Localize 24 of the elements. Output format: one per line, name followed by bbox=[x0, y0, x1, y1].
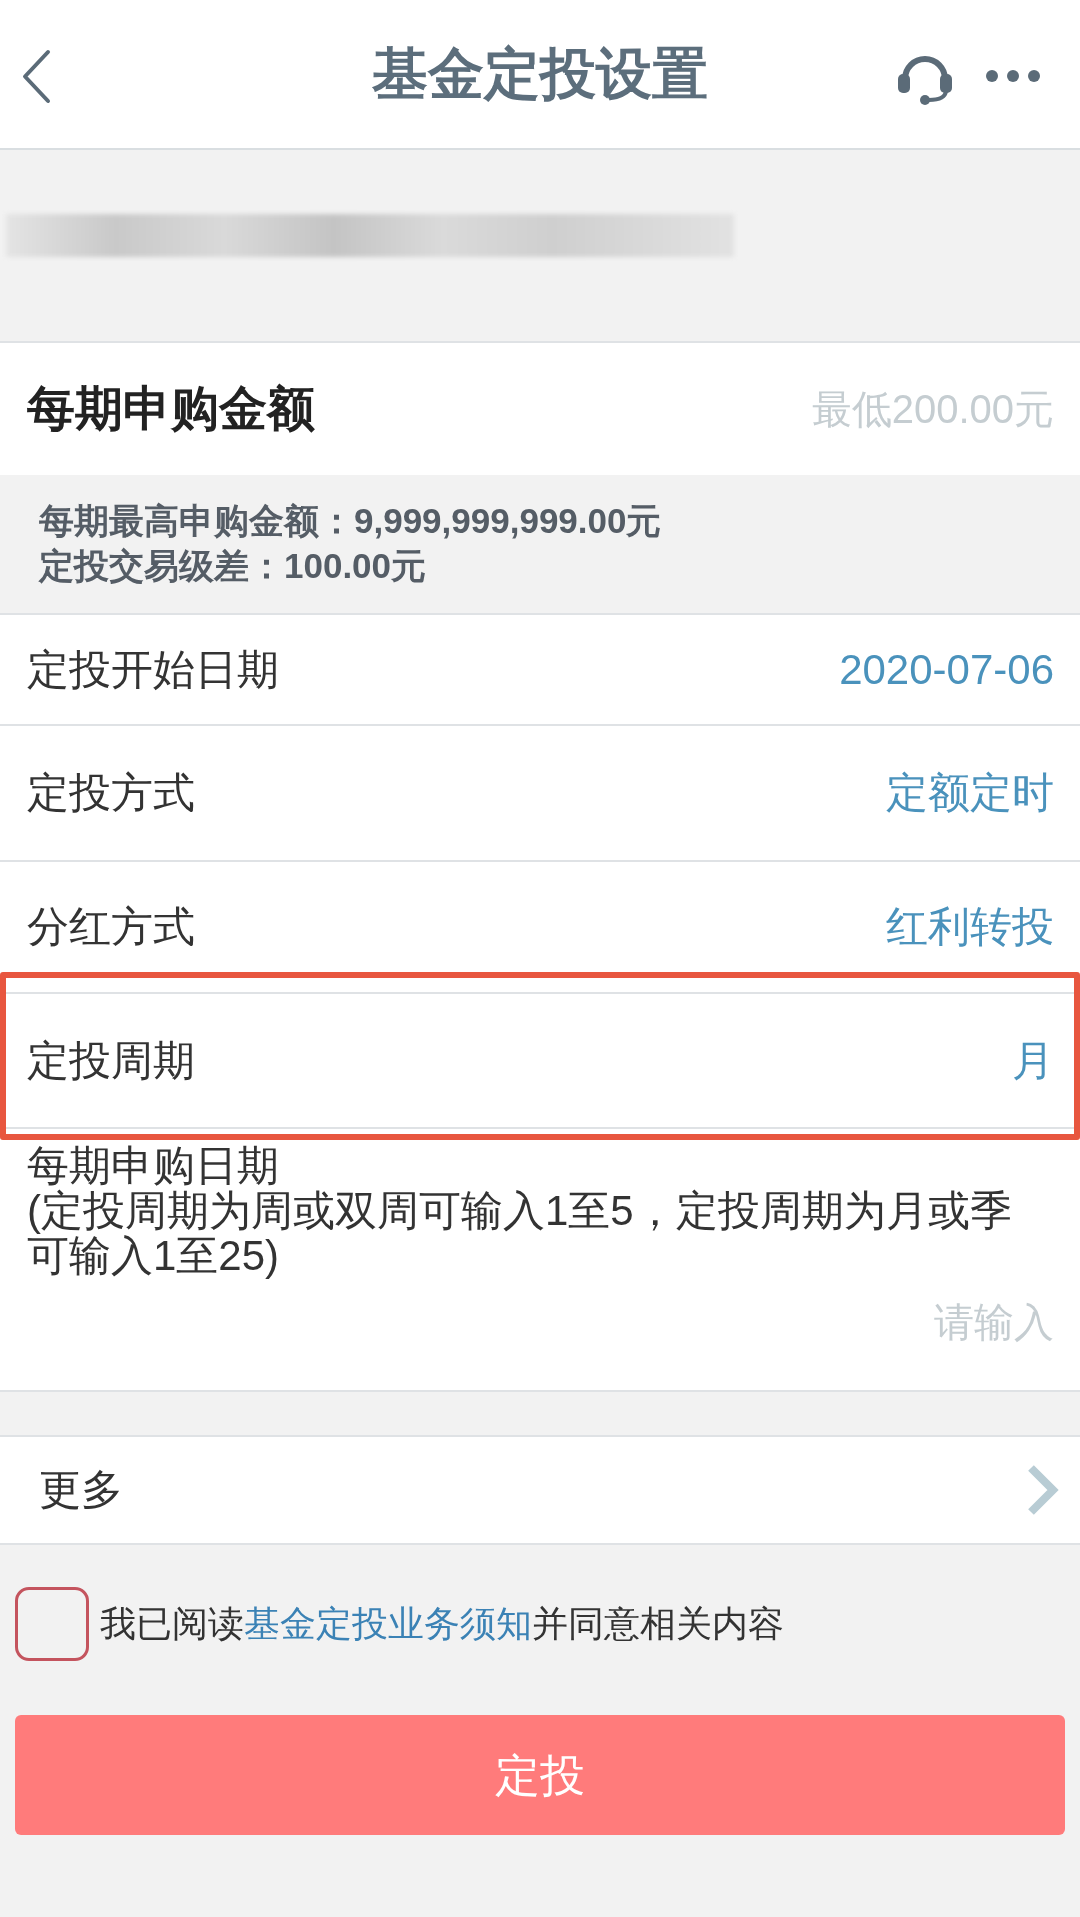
terms-link[interactable]: 基金定投业务须知 bbox=[244, 1603, 532, 1644]
amount-input[interactable]: 最低200.00元 bbox=[634, 381, 1054, 437]
setting-label: 定投周期 bbox=[27, 1039, 195, 1082]
amount-label: 每期申购金额 bbox=[27, 385, 315, 433]
agreement-checkbox[interactable] bbox=[15, 1587, 89, 1661]
more-button[interactable]: 更多 bbox=[0, 1435, 1080, 1545]
page-title: 基金定投设置 bbox=[372, 46, 708, 102]
setting-value[interactable]: 定额定时 bbox=[886, 772, 1054, 814]
agreement-text: 我已阅读基金定投业务须知并同意相关内容 bbox=[100, 1606, 784, 1642]
setting-value[interactable]: 2020-07-06 bbox=[839, 648, 1054, 691]
more-icon[interactable] bbox=[986, 70, 1040, 82]
back-icon[interactable] bbox=[21, 49, 51, 104]
setting-label: 定投开始日期 bbox=[27, 648, 279, 691]
setting-value[interactable]: 红利转投 bbox=[886, 906, 1054, 948]
chevron-right-icon bbox=[1025, 1464, 1059, 1516]
purchase-date-label: 每期申购日期 bbox=[27, 1143, 279, 1188]
limit-text: 每期最高申购金额：9,999,999,999.00元 bbox=[39, 500, 662, 542]
setting-value[interactable]: 月 bbox=[1012, 1039, 1054, 1082]
submit-button[interactable]: 定投 bbox=[15, 1715, 1065, 1835]
setting-label: 定投方式 bbox=[27, 772, 195, 814]
setting-label: 分红方式 bbox=[27, 906, 195, 948]
purchase-date-input[interactable]: 请输入 bbox=[654, 1297, 1054, 1347]
purchase-date-hint: (定投周期为周或双周可输入1至5，定投周期为月或季可输入1至25) bbox=[27, 1188, 1013, 1278]
limit-text: 定投交易级差：100.00元 bbox=[39, 545, 427, 587]
